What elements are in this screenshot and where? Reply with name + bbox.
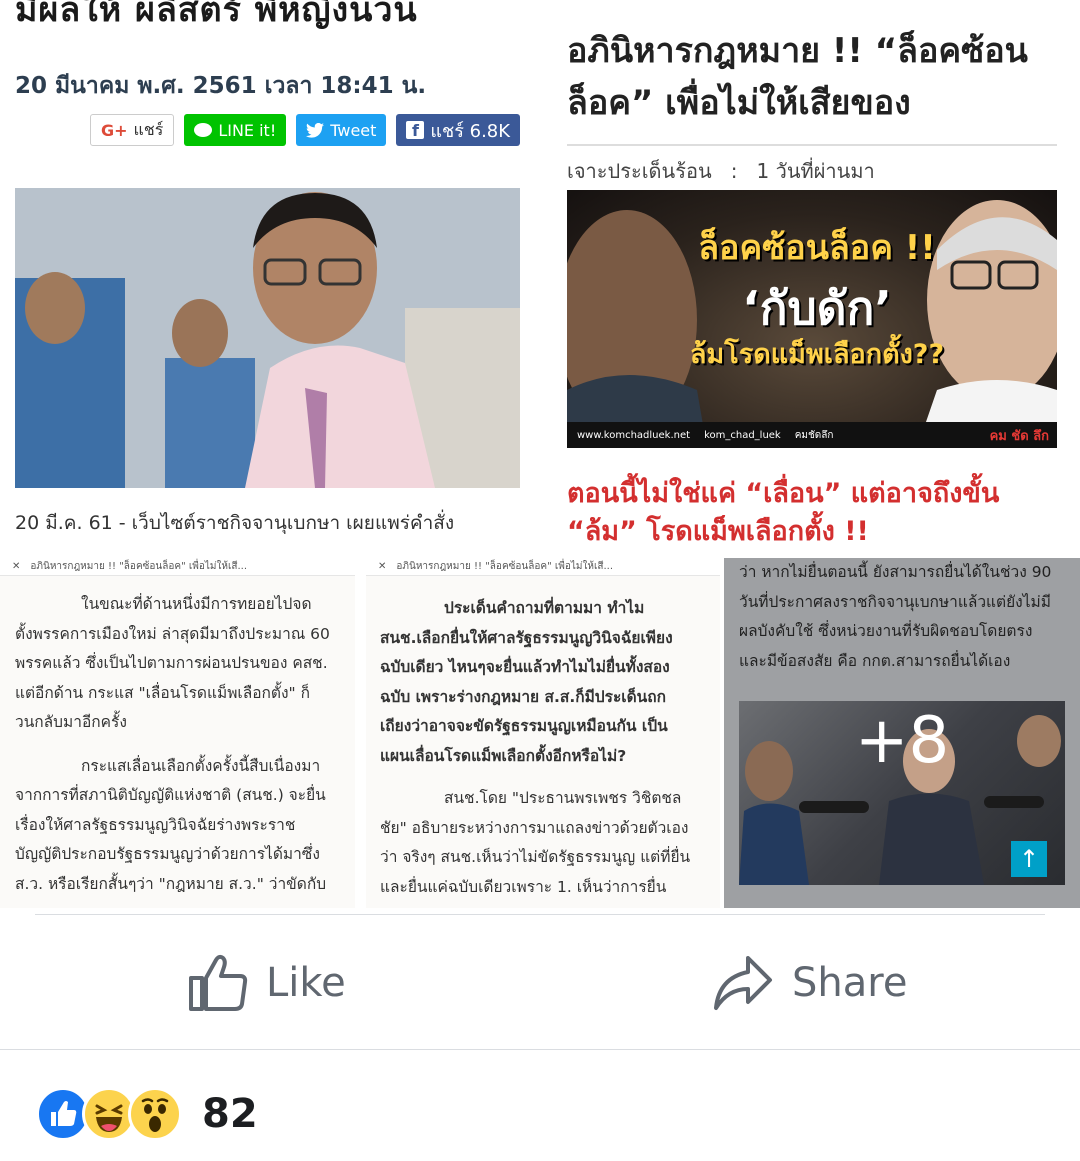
headline-divider xyxy=(567,144,1057,146)
banner-twitter: kom_chad_luek xyxy=(704,429,781,441)
text-paragraph: ประเด็นคำถามที่ตามมา ทำไม สนช.เลือกยื่นใ… xyxy=(380,594,720,771)
meta-category: เจาะประเด็นร้อน xyxy=(567,159,712,183)
mini-tab-title: อภินิหารกฎหมาย !! "ล็อคซ้อนล็อค" เพื่อไม… xyxy=(396,561,614,572)
banner-logo: คม ชัด ลึก xyxy=(989,428,1049,444)
text-line: จากการที่สภานิติบัญญัติแห่งชาติ (สนช.) จ… xyxy=(15,786,326,804)
text-line: บัญญัติประกอบรัฐธรรมนูญว่าด้วยการได้มาซึ… xyxy=(15,845,320,863)
text-line: กระแสเลื่อนเลือกตั้งครั้งนี้สืบเนื่องมา xyxy=(81,756,321,775)
text-line: สนช.โดย "ประธานพรเพชร วิชิตชล xyxy=(444,789,682,807)
text-line: ว่า จริงๆ สนช.เห็นว่าไม่ขัดรัฐธรรมนูญ แต… xyxy=(380,848,691,866)
divider xyxy=(35,914,1045,915)
text-paragraph: สนช.โดย "ประธานพรเพชร วิชิตชล ชัย" อธิบา… xyxy=(380,784,720,902)
line-icon xyxy=(194,123,213,137)
mini-tab-bar: ✕ อภินิหารกฎหมาย !! "ล็อคซ้อนล็อค" เพื่อ… xyxy=(0,558,355,576)
tweet-label: Tweet xyxy=(330,120,377,140)
text-line: ชัย" อธิบายระหว่างการมาแถลงข่าวด้วยตัวเอ… xyxy=(380,818,689,837)
text-line: และยื่นแค่ฉบับเดียวเพราะ 1. เห็นว่าการยื… xyxy=(380,877,667,896)
red-subheadline: ตอนนี้ไม่ใช่แค่ “เลื่อน” แต่อาจถึงขั้น “… xyxy=(567,478,1000,547)
text-paragraph: ในขณะที่ด้านหนึ่งมีการทยอยไปจด ตั้งพรรคก… xyxy=(15,590,355,899)
like-button[interactable]: Like xyxy=(188,948,346,1018)
gplus-share-button[interactable]: G+ แชร์ xyxy=(90,114,175,146)
meta-separator: : xyxy=(730,159,738,183)
article-screenshot-right[interactable]: อภินิหารกฎหมาย !! “ล็อคซ้อนล็อค” เพื่อไม… xyxy=(545,17,1080,558)
article-photo xyxy=(15,188,520,488)
banner-site: www.komchadluek.net xyxy=(577,429,691,441)
text-line: เถียงว่าอาจจะขัดรัฐธรรมนูญเหมือนกัน เป็น xyxy=(380,717,668,735)
text-line: ฉบับ เพราะร่างกฎหมาย ส.ส.ก็มีประเด็นถก xyxy=(380,687,667,706)
press-photo-thumbnail: +8 ↑ xyxy=(739,701,1065,885)
text-line: และมีข้อสงสัย คือ กกต.สามารถยื่นได้เอง xyxy=(739,651,1011,670)
close-icon[interactable]: ✕ xyxy=(12,561,20,572)
article-screenshot-text-1[interactable]: ✕ อภินิหารกฎหมาย !! "ล็อคซ้อนล็อค" เพื่อ… xyxy=(0,558,355,908)
mini-tab-title: อภินิหารกฎหมาย !! "ล็อคซ้อนล็อค" เพื่อไม… xyxy=(30,561,248,572)
text-line: วนกลับมาอีกครั้ง xyxy=(15,713,127,731)
tweet-button[interactable]: Tweet xyxy=(296,114,387,146)
text-line: ตั้งพรรคการเมืองใหม่ ล่าสุดมีมาถึงประมาณ… xyxy=(15,624,330,643)
facebook-share-label: แชร์ 6.8K xyxy=(430,120,511,142)
divider xyxy=(0,1049,1080,1050)
twitter-bird-icon xyxy=(306,122,325,138)
text-line: ฉบับเดียว ไหนๆจะยื่นแล้วทำไมไม่ยื่นทั้งส… xyxy=(380,658,670,676)
text-line: พรรคแล้ว ซึ่งเป็นไปตามการผ่อนปรนของ คสช. xyxy=(15,654,328,672)
banner-footer: www.komchadluek.net kom_chad_luek คมชัดล… xyxy=(567,422,1057,448)
meta-time: 1 วันที่ผ่านมา xyxy=(756,159,875,183)
close-icon[interactable]: ✕ xyxy=(378,561,386,572)
share-label: Share xyxy=(792,960,908,1006)
text-line: แต่อีกด้าน กระแส "เลื่อนโรดแม็พเลือกตั้ง… xyxy=(15,683,310,702)
facebook-share-button[interactable]: f แชร์ 6.8K xyxy=(396,114,521,146)
share-arrow-icon xyxy=(714,956,772,1010)
line-share-button[interactable]: LINE it! xyxy=(184,114,287,146)
article-screenshot-left[interactable]: มีผลให้ ผลิสตร์ พี่หญิงนวน 20 มีนาคม พ.ศ… xyxy=(0,0,545,550)
gplus-icon: G+ xyxy=(101,120,128,140)
text-line: ว่า หากไม่ยื่นตอนนี้ ยังสามารถยื่นได้ในช… xyxy=(739,563,1052,581)
article-screenshot-text-2[interactable]: ✕ อภินิหารกฎหมาย !! "ล็อคซ้อนล็อค" เพื่อ… xyxy=(366,558,720,908)
share-buttons-row: G+ แชร์ LINE it! Tweet f แชร์ 6.8K xyxy=(90,114,521,146)
mini-tab-bar: ✕ อภินิหารกฎหมาย !! "ล็อคซ้อนล็อค" เพื่อ… xyxy=(366,558,720,576)
reaction-summary[interactable]: 82 xyxy=(36,1087,258,1141)
banner-line-1: ล็อคซ้อนล็อค !! xyxy=(698,228,936,268)
gplus-share-label: แชร์ xyxy=(133,119,164,139)
article-banner-image: ล็อคซ้อนล็อค !! ‘กับดัก’ ล้มโรดแม็พเลือก… xyxy=(567,190,1057,448)
text-line: ประเด็นคำถามที่ตามมา ทำไม xyxy=(444,599,645,617)
thumbs-up-icon xyxy=(189,954,248,1011)
scroll-top-arrow-icon[interactable]: ↑ xyxy=(1011,841,1047,877)
photo-caption: 20 มี.ค. 61 - เว็บไซต์ราชกิจจานุเบกษา เผ… xyxy=(15,512,455,534)
article-meta: เจาะประเด็นร้อน : 1 วันที่ผ่านมา xyxy=(567,155,875,187)
share-button[interactable]: Share xyxy=(712,948,907,1018)
text-paragraph: ว่า หากไม่ยื่นตอนนี้ ยังสามารถยื่นได้ในช… xyxy=(739,558,1079,676)
like-label: Like xyxy=(266,960,346,1006)
text-line: แผนเลื่อนโรดแม็พเลือกตั้งอีกหรือไม่? xyxy=(380,746,627,765)
text-line: สนช.เลือกยื่นให้ศาลรัฐธรรมนูญวินิจฉัยเพี… xyxy=(380,628,673,647)
text-line: วันที่ประกาศลงราชกิจจานุเบกษาแล้วแต่ยังไ… xyxy=(739,592,1051,611)
facebook-f-icon: f xyxy=(406,121,425,140)
article-date: 20 มีนาคม พ.ศ. 2561 เวลา 18:41 น. xyxy=(15,73,427,99)
article-headline: อภินิหารกฎหมาย !! “ล็อคซ้อนล็อค” เพื่อไม… xyxy=(567,31,1028,123)
text-line: ส.ว. หรือเรียกสั้นๆว่า "กฎหมาย ส.ว." ว่า… xyxy=(15,874,327,893)
line-share-label: LINE it! xyxy=(218,120,277,140)
banner-facebook: คมชัดลึก xyxy=(794,429,834,441)
more-photos-tile[interactable]: ว่า หากไม่ยื่นตอนนี้ ยังสามารถยื่นได้ในช… xyxy=(724,558,1080,908)
reaction-count: 82 xyxy=(202,1091,258,1137)
banner-line-3: ล้มโรดแม็พเลือกตั้ง?? xyxy=(689,339,945,370)
text-line: เรื่องให้ศาลรัฐธรรมนูญวินิจฉัยร่างพระราช xyxy=(15,815,296,834)
wow-reaction-icon xyxy=(128,1087,182,1141)
text-line: ในขณะที่ด้านหนึ่งมีการทยอยไปจด xyxy=(81,595,312,613)
text-line: ผลบังคับใช้ ซึ่งหน่วยงานที่รับผิดชอบโดยต… xyxy=(739,622,1033,640)
cut-headline: มีผลให้ ผลิสตร์ พี่หญิงนวน xyxy=(15,0,418,30)
more-photos-count: +8 xyxy=(854,704,950,778)
